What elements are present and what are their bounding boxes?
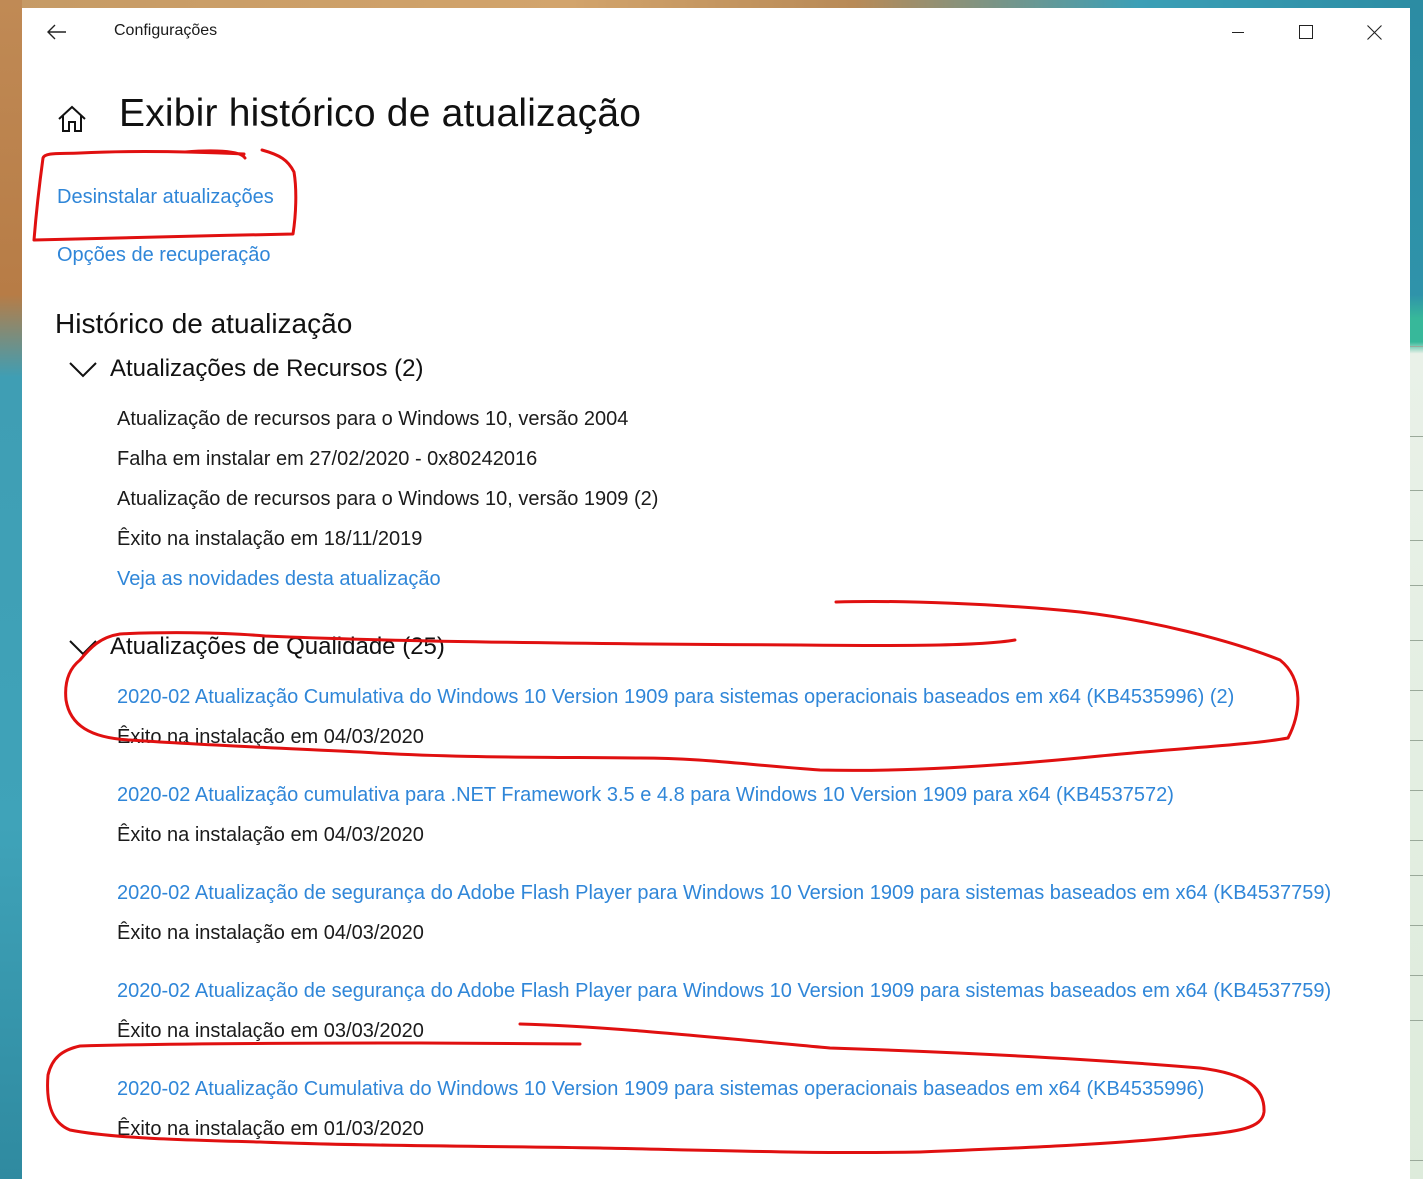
update-history-heading: Histórico de atualização (55, 308, 353, 339)
app-title: Configurações (114, 22, 218, 39)
feature-update-status: Êxito na instalação em 18/11/2019 (117, 528, 423, 550)
back-button[interactable] (36, 16, 78, 48)
feature-updates-header[interactable]: Atualizações de Recursos (2) (68, 355, 423, 383)
back-arrow-icon (47, 24, 66, 40)
quality-update-status: Êxito na instalação em 03/03/2020 (117, 1020, 424, 1042)
desktop-background-right (1410, 0, 1423, 1179)
chevron-down-icon (69, 640, 97, 656)
desktop-background-left (0, 0, 22, 1179)
feature-update-title: Atualização de recursos para o Windows 1… (117, 408, 629, 430)
page-title: Exibir histórico de atualização (119, 92, 642, 135)
desktop-background-top (0, 0, 1423, 8)
quality-update-link[interactable]: 2020-02 Atualização de segurança do Adob… (117, 882, 1331, 905)
recovery-options-link[interactable]: Opções de recuperação (57, 244, 270, 267)
close-button[interactable] (1340, 8, 1408, 56)
chevron-down-icon (69, 362, 97, 378)
whats-new-link[interactable]: Veja as novidades desta atualização (117, 568, 441, 591)
feature-update-status: Falha em instalar em 27/02/2020 - 0x8024… (117, 448, 538, 470)
title-bar: Configurações (22, 8, 1410, 56)
quality-update-link[interactable]: 2020-02 Atualização de segurança do Adob… (117, 980, 1331, 1003)
feature-updates-label: Atualizações de Recursos (2) (110, 355, 424, 382)
quality-update-link[interactable]: 2020-02 Atualização Cumulativa do Window… (117, 1078, 1204, 1101)
feature-update-title: Atualização de recursos para o Windows 1… (117, 488, 659, 510)
minimize-icon (1232, 32, 1244, 33)
home-button[interactable] (55, 102, 89, 136)
home-icon (58, 105, 86, 132)
maximize-button[interactable] (1272, 8, 1340, 56)
quality-update-status: Êxito na instalação em 01/03/2020 (117, 1118, 424, 1140)
settings-window: Configurações Exibir histórico de atuali… (22, 8, 1410, 1179)
maximize-icon (1299, 25, 1313, 39)
quality-update-link[interactable]: 2020-02 Atualização cumulativa para .NET… (117, 784, 1174, 807)
quality-update-status: Êxito na instalação em 04/03/2020 (117, 922, 424, 944)
quality-update-link[interactable]: 2020-02 Atualização Cumulativa do Window… (117, 686, 1234, 709)
quality-updates-label: Atualizações de Qualidade (25) (110, 633, 445, 660)
uninstall-updates-link[interactable]: Desinstalar atualizações (57, 186, 274, 209)
quality-updates-header[interactable]: Atualizações de Qualidade (25) (68, 633, 445, 661)
minimize-button[interactable] (1204, 8, 1272, 56)
quality-update-status: Êxito na instalação em 04/03/2020 (117, 726, 424, 748)
quality-update-status: Êxito na instalação em 04/03/2020 (117, 824, 424, 846)
close-icon (1366, 24, 1382, 40)
